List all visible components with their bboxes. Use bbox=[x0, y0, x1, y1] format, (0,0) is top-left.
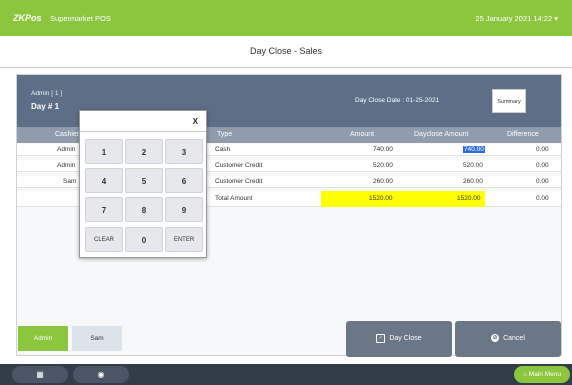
key-1[interactable]: 1 bbox=[85, 139, 123, 164]
numeric-keypad: X 1 2 3 4 5 6 7 8 9 CLEAR 0 ENTER bbox=[79, 110, 207, 258]
key-3[interactable]: 3 bbox=[165, 139, 203, 164]
cell-cashier: Admin bbox=[57, 146, 76, 153]
day-close-date: Day Close Date : 01-25-2021 bbox=[355, 97, 440, 104]
key-0[interactable]: 0 bbox=[125, 227, 163, 252]
calculator-button[interactable]: ▦ bbox=[12, 366, 68, 383]
cell-type: Customer Credit bbox=[215, 162, 263, 169]
cashier-name: Admin [ 1 ] bbox=[31, 90, 63, 97]
main-menu-button[interactable]: ⌂ Main Menu bbox=[514, 366, 570, 383]
key-2[interactable]: 2 bbox=[125, 139, 163, 164]
key-5[interactable]: 5 bbox=[125, 168, 163, 193]
key-6[interactable]: 6 bbox=[165, 168, 203, 193]
header-cashier: Cashier bbox=[55, 131, 80, 138]
dayclose-amount-input[interactable]: 520.00 bbox=[463, 162, 483, 169]
app-title: Supermarket POS bbox=[50, 14, 111, 23]
main-menu-label: Main Menu bbox=[528, 371, 561, 378]
cell-type: Customer Credit bbox=[215, 178, 263, 185]
total-dayclose-amount: 1520.00 bbox=[457, 195, 481, 202]
key-7[interactable]: 7 bbox=[85, 197, 123, 222]
cell-difference: 0.00 bbox=[536, 178, 549, 185]
settings-button[interactable]: ◉ bbox=[73, 366, 129, 383]
page-title: Day Close - Sales bbox=[249, 46, 323, 56]
total-label: Total Amount bbox=[215, 195, 253, 202]
total-amount: 1520.00 bbox=[369, 195, 393, 202]
top-bar: ZKPos Supermarket POS 25 January 2021 14… bbox=[0, 0, 572, 36]
calculator-icon: ▦ bbox=[36, 370, 44, 379]
app-logo: ZKPos bbox=[13, 13, 42, 23]
cell-difference: 0.00 bbox=[536, 162, 549, 169]
header-amount: Amount bbox=[350, 131, 375, 138]
header-strip: Day Close - Sales bbox=[0, 36, 572, 68]
cancel-label: Cancel bbox=[503, 335, 525, 342]
cancel-button[interactable]: ⊘ Cancel bbox=[455, 321, 561, 357]
dayclose-amount-input[interactable]: 740.00 bbox=[463, 146, 485, 153]
total-difference: 0.00 bbox=[536, 195, 549, 202]
close-icon[interactable]: X bbox=[193, 117, 198, 126]
datetime-text: 25 January 2021 14:22 bbox=[475, 14, 553, 23]
circle-icon: ◉ bbox=[97, 370, 105, 379]
cancel-icon: ⊘ bbox=[491, 334, 500, 343]
cell-amount: 260.00 bbox=[373, 178, 393, 185]
cell-cashier: Admin bbox=[57, 162, 76, 169]
user-button-sam[interactable]: Sam bbox=[72, 326, 122, 351]
header-type: Type bbox=[217, 131, 233, 138]
day-close-button[interactable]: ✓ Day Close bbox=[346, 321, 452, 357]
dayclose-amount-input[interactable]: 260.00 bbox=[463, 178, 483, 185]
datetime-menu[interactable]: 25 January 2021 14:22 ▾ bbox=[475, 14, 558, 23]
header-difference: Difference bbox=[507, 131, 539, 138]
calendar-icon: ✓ bbox=[376, 333, 386, 343]
cell-amount: 520.00 bbox=[373, 162, 393, 169]
cell-difference: 0.00 bbox=[536, 146, 549, 153]
key-enter[interactable]: ENTER bbox=[165, 227, 203, 252]
keypad-display: X bbox=[80, 111, 206, 132]
home-icon: ⌂ bbox=[523, 371, 527, 378]
day-number: Day # 1 bbox=[31, 102, 60, 111]
header-dayclose-amount: Dayclose Amount bbox=[414, 131, 469, 138]
cell-cashier: Sam bbox=[63, 178, 77, 185]
cell-type: Cash bbox=[215, 146, 231, 153]
cell-amount: 740.00 bbox=[373, 146, 393, 153]
key-9[interactable]: 9 bbox=[165, 197, 203, 222]
key-4[interactable]: 4 bbox=[85, 168, 123, 193]
user-button-admin[interactable]: Admin bbox=[18, 326, 68, 351]
bottom-bar: ▦ ◉ ⌂ Main Menu bbox=[0, 364, 572, 385]
chevron-down-icon: ▾ bbox=[554, 14, 558, 23]
key-8[interactable]: 8 bbox=[125, 197, 163, 222]
key-clear[interactable]: CLEAR bbox=[85, 227, 123, 252]
day-close-label: Day Close bbox=[389, 335, 422, 342]
summary-button[interactable]: Summary bbox=[492, 89, 526, 113]
